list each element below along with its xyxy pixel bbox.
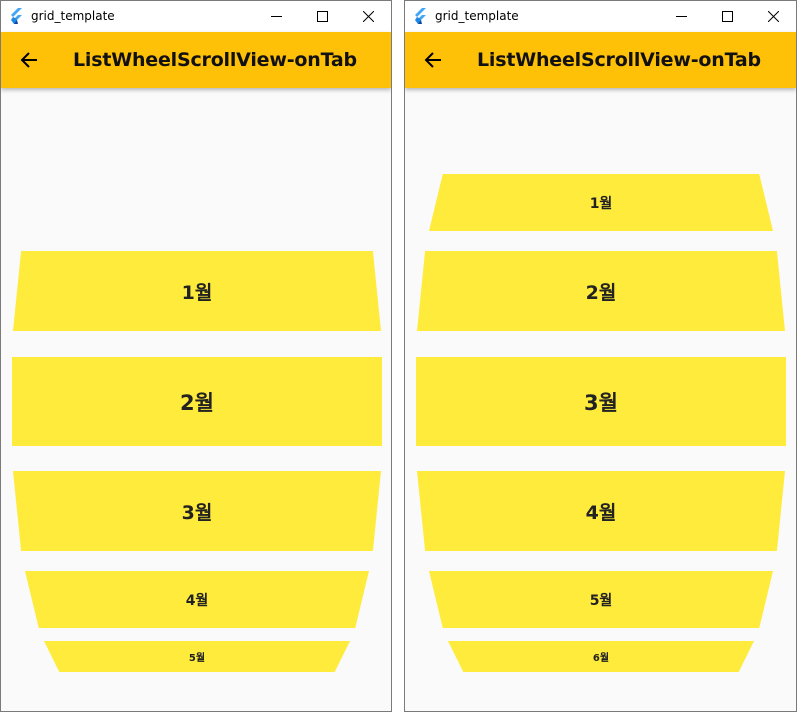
month-item[interactable]: 2월 xyxy=(12,357,382,446)
month-label: 3월 xyxy=(584,390,618,415)
title-bar[interactable]: grid_template xyxy=(1,1,391,32)
month-label: 6월 xyxy=(592,653,610,664)
month-label: 5월 xyxy=(589,592,613,609)
app-bar-title: ListWheelScrollView-onTab xyxy=(73,49,357,71)
minimize-button[interactable] xyxy=(658,1,704,32)
month-label: 3월 xyxy=(181,501,213,524)
minimize-button[interactable] xyxy=(253,1,299,32)
app-window-left: grid_template ListWheelScrollView-onTab … xyxy=(0,0,392,712)
month-item[interactable]: 4월 xyxy=(25,571,369,628)
minimize-icon xyxy=(675,16,687,17)
flutter-logo-icon xyxy=(415,8,426,24)
app-bar-title: ListWheelScrollView-onTab xyxy=(477,49,761,71)
arrow-left-icon xyxy=(20,52,37,68)
title-bar[interactable]: grid_template xyxy=(405,1,796,32)
window-title: grid_template xyxy=(31,9,115,23)
month-label: 4월 xyxy=(585,501,617,524)
close-icon xyxy=(362,11,374,22)
month-item[interactable]: 1월 xyxy=(13,251,381,331)
month-item[interactable]: 3월 xyxy=(416,357,786,446)
close-button[interactable] xyxy=(345,1,391,32)
window-title: grid_template xyxy=(435,9,519,23)
month-label: 1월 xyxy=(589,195,613,212)
month-item[interactable]: 5월 xyxy=(429,571,773,628)
app-bar: ListWheelScrollView-onTab xyxy=(1,32,391,88)
month-item[interactable]: 4월 xyxy=(417,471,785,551)
month-label: 2월 xyxy=(585,281,617,304)
maximize-icon xyxy=(721,11,733,22)
month-label: 1월 xyxy=(181,281,213,304)
flutter-logo-icon xyxy=(11,8,22,24)
month-label: 5월 xyxy=(188,653,206,664)
month-item[interactable]: 6월 xyxy=(448,641,754,672)
close-icon xyxy=(767,11,779,22)
close-button[interactable] xyxy=(750,1,796,32)
month-item[interactable]: 2월 xyxy=(417,251,785,331)
minimize-icon xyxy=(270,16,282,17)
month-item[interactable]: 5월 xyxy=(44,641,350,672)
app-bar: ListWheelScrollView-onTab xyxy=(405,32,796,88)
app-window-right: grid_template ListWheelScrollView-onTab … xyxy=(404,0,797,712)
month-item[interactable]: 1월 xyxy=(429,174,773,231)
maximize-icon xyxy=(316,11,328,22)
month-label: 4월 xyxy=(185,592,209,609)
month-item[interactable]: 3월 xyxy=(13,471,381,551)
back-button[interactable] xyxy=(11,42,47,78)
maximize-button[interactable] xyxy=(704,1,750,32)
maximize-button[interactable] xyxy=(299,1,345,32)
month-label: 2월 xyxy=(180,390,214,415)
back-button[interactable] xyxy=(415,42,451,78)
arrow-left-icon xyxy=(424,52,441,68)
